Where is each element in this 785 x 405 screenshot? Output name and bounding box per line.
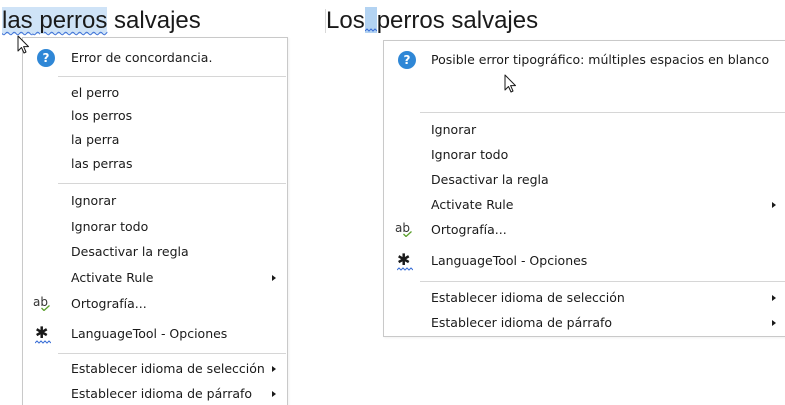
menu-item-activate-rule[interactable]: Activate Rule bbox=[384, 194, 785, 216]
menu-separator bbox=[420, 281, 785, 282]
menu-item-label: Posible error tipográfico: múltiples esp… bbox=[431, 52, 770, 67]
menu-separator bbox=[420, 112, 785, 113]
menu-item-set-selection-language[interactable]: Establecer idioma de selección bbox=[384, 287, 785, 309]
word-perros[interactable]: perros bbox=[39, 7, 107, 34]
menu-item-label: Error de concordancia. bbox=[71, 50, 213, 65]
text-rest-left: salvajes bbox=[107, 7, 201, 34]
gear-icon: ✱ bbox=[397, 252, 415, 271]
context-menu-left: ? Error de concordancia. el perro los pe… bbox=[22, 37, 288, 405]
menu-item-languagetool-options[interactable]: ✱ LanguageTool - Opciones bbox=[23, 323, 287, 345]
menu-item-set-paragraph-language[interactable]: Establecer idioma de párrafo bbox=[23, 383, 287, 405]
menu-item-suggestion-3[interactable]: la perra bbox=[23, 129, 287, 151]
menu-item-activate-rule[interactable]: Activate Rule bbox=[23, 267, 287, 289]
menu-item-suggestion-1[interactable]: el perro bbox=[23, 82, 287, 104]
menu-item-spelling[interactable]: ab Ortografía... bbox=[23, 293, 287, 315]
help-icon: ? bbox=[398, 51, 416, 69]
menu-item-ignore[interactable]: Ignorar bbox=[384, 119, 785, 141]
menu-item-set-paragraph-language[interactable]: Establecer idioma de párrafo bbox=[384, 312, 785, 334]
word-los[interactable]: Los bbox=[326, 7, 365, 34]
document-text-left[interactable]: las perros salvajes bbox=[2, 7, 201, 35]
help-icon: ? bbox=[37, 49, 55, 67]
menu-item-disable-rule[interactable]: Desactivar la regla bbox=[384, 169, 785, 191]
mouse-pointer-icon bbox=[17, 35, 29, 54]
spellcheck-icon: ab bbox=[33, 295, 50, 311]
chevron-right-icon bbox=[272, 275, 276, 281]
chevron-right-icon bbox=[772, 295, 776, 301]
menu-item-suggestion-2[interactable]: los perros bbox=[23, 105, 287, 127]
chevron-right-icon bbox=[272, 366, 276, 372]
selected-double-space[interactable] bbox=[364, 7, 377, 33]
menu-item-error-header[interactable]: ? Posible error tipográfico: múltiples e… bbox=[384, 49, 785, 71]
menu-item-disable-rule[interactable]: Desactivar la regla bbox=[23, 241, 287, 263]
menu-item-languagetool-options[interactable]: ✱ LanguageTool - Opciones bbox=[384, 250, 785, 272]
menu-separator bbox=[58, 76, 286, 77]
menu-item-error-header[interactable]: ? Error de concordancia. bbox=[23, 47, 287, 69]
spellcheck-icon: ab bbox=[395, 221, 412, 237]
menu-item-suggestion-4[interactable]: las perras bbox=[23, 153, 287, 175]
chevron-right-icon bbox=[772, 202, 776, 208]
chevron-right-icon bbox=[272, 391, 276, 397]
gear-icon: ✱ bbox=[35, 325, 53, 344]
menu-item-set-selection-language[interactable]: Establecer idioma de selección bbox=[23, 358, 287, 380]
error-wave-underline bbox=[364, 28, 377, 32]
menu-item-ignore-all[interactable]: Ignorar todo bbox=[384, 144, 785, 166]
document-text-right[interactable]: Los perros salvajes bbox=[326, 7, 538, 35]
chevron-right-icon bbox=[772, 320, 776, 326]
menu-item-ignore-all[interactable]: Ignorar todo bbox=[23, 216, 287, 238]
menu-separator bbox=[58, 353, 286, 354]
selected-error-text[interactable]: las perros bbox=[2, 7, 108, 34]
word-las[interactable]: las bbox=[2, 7, 33, 34]
mouse-pointer-icon bbox=[504, 74, 516, 93]
context-menu-right: ? Posible error tipográfico: múltiples e… bbox=[383, 40, 785, 337]
menu-separator bbox=[58, 183, 286, 184]
menu-item-ignore[interactable]: Ignorar bbox=[23, 190, 287, 212]
menu-item-spelling[interactable]: ab Ortografía... bbox=[384, 219, 785, 241]
text-rest-right: perros salvajes bbox=[376, 7, 539, 34]
